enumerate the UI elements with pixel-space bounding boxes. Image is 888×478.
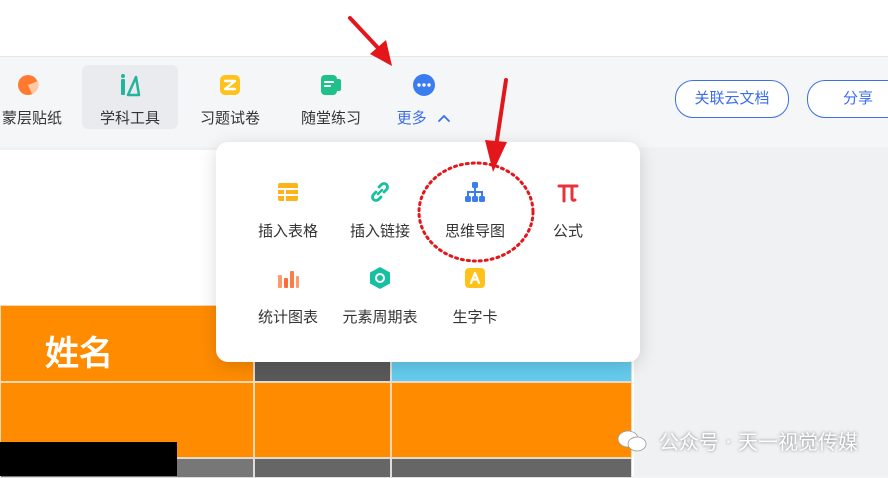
periodic-table-icon <box>370 267 390 289</box>
wechat-icon <box>617 430 646 452</box>
tool-label: 学科工具 <box>99 109 160 127</box>
exercise-paper-icon <box>220 75 240 95</box>
menu-item-mind-map[interactable]: 思维导图 <box>435 180 515 240</box>
more-label: 更多 <box>396 109 427 127</box>
link-icon <box>371 182 389 202</box>
sticker-icon <box>18 75 39 95</box>
menu-item-label: 思维导图 <box>444 222 505 240</box>
top-bar <box>0 0 888 57</box>
menu-item-label: 插入链接 <box>349 222 410 240</box>
menu-item-label: 元素周期表 <box>342 308 418 326</box>
menu-item-label: 公式 <box>552 222 583 240</box>
more-dropdown-menu: 插入表格 插入链接 思维导图 公式 统计图表 元素周期表 生字卡 <box>216 142 640 362</box>
chevron-up-icon <box>438 115 451 122</box>
tool-more[interactable]: 更多 <box>386 65 462 129</box>
tool-label: 随堂练习 <box>300 109 361 127</box>
tool-label: 习题试卷 <box>199 109 260 127</box>
table-cell[interactable] <box>391 458 632 478</box>
menu-item-chart[interactable]: 统计图表 <box>248 266 328 326</box>
more-icon <box>413 74 435 96</box>
share-button[interactable]: 分享 <box>807 80 888 118</box>
menu-item-character-card[interactable]: 生字卡 <box>435 266 515 326</box>
tool-class-practice[interactable]: 随堂练习 <box>286 65 376 129</box>
menu-item-periodic-table[interactable]: 元素周期表 <box>340 266 420 326</box>
tool-subject-tools[interactable]: 学科工具 <box>82 65 178 129</box>
table-cell[interactable] <box>391 382 632 458</box>
bar-chart-icon <box>278 271 299 288</box>
menu-item-label: 插入表格 <box>257 222 318 240</box>
menu-item-formula[interactable]: 公式 <box>528 180 608 240</box>
character-card-icon <box>465 268 485 288</box>
tool-label: 蒙层贴纸 <box>1 109 62 127</box>
mind-map-icon <box>465 182 485 202</box>
menu-item-insert-table[interactable]: 插入表格 <box>248 180 328 240</box>
formula-pi-icon <box>557 184 579 203</box>
table-icon <box>278 183 298 201</box>
menu-item-label: 统计图表 <box>257 308 318 326</box>
subject-tools-icon <box>121 74 141 97</box>
class-practice-icon <box>321 75 341 95</box>
table-header-name: 姓名 <box>45 334 113 374</box>
black-bar <box>0 442 177 476</box>
link-cloud-doc-button[interactable]: 关联云文档 <box>675 80 789 118</box>
menu-item-label: 生字卡 <box>452 308 498 326</box>
table-cell[interactable] <box>254 458 391 478</box>
table-cell[interactable] <box>254 382 391 458</box>
tool-sticker[interactable]: 蒙层贴纸 <box>0 65 74 129</box>
watermark-text: 公众号 · 天一视觉传媒 <box>658 430 858 454</box>
tool-exercise-paper[interactable]: 习题试卷 <box>186 65 274 129</box>
menu-item-insert-link[interactable]: 插入链接 <box>340 180 420 240</box>
